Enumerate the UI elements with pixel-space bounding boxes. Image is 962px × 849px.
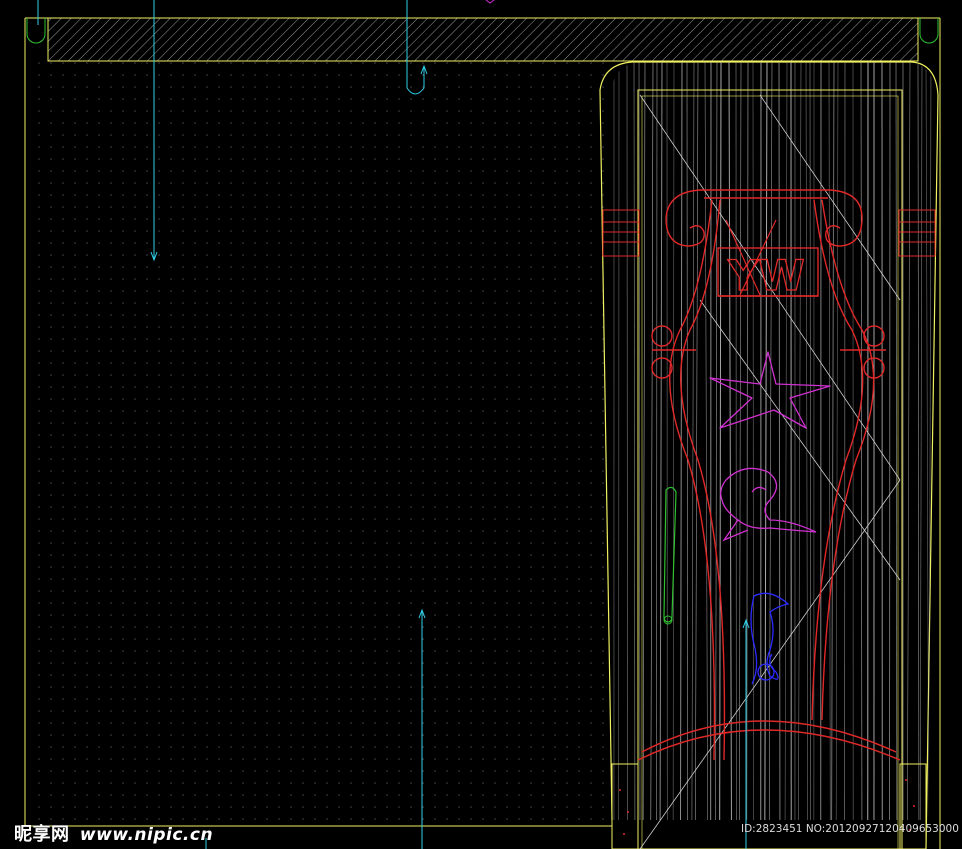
logo-url-text: www.nipic.cn (79, 825, 214, 845)
starfish-motif (709, 351, 831, 429)
image-id-text: ID:2823451 NO:20120927120409653000 (741, 823, 959, 835)
cad-drawing-canvas: YW (0, 0, 962, 849)
top-marker (485, 0, 495, 4)
emblem-yw-text: YW (727, 251, 805, 300)
logo-chinese-text: 昵享网 (14, 824, 70, 845)
nipic-logo: 昵享网 www.nipic.cn (14, 820, 214, 845)
keyhole-motif (663, 486, 677, 623)
door-panel (599, 61, 939, 849)
sailfish-motif (720, 467, 817, 542)
dotted-fill (28, 62, 611, 822)
top-hatched-band (47, 17, 919, 62)
